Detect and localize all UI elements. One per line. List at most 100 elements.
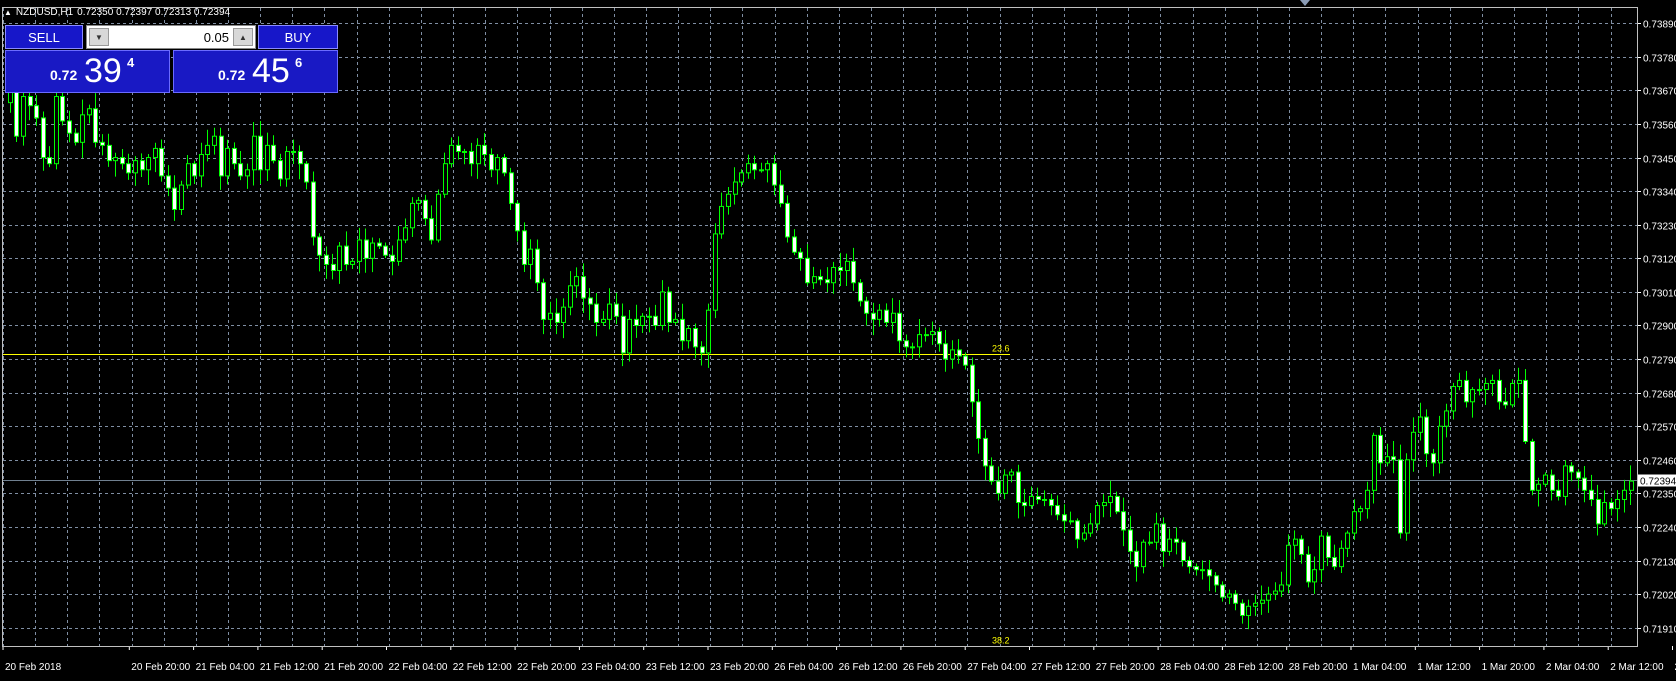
time-tick-label: 20 Feb 2018 <box>5 662 62 673</box>
collapse-triangle-icon[interactable]: ▲ <box>4 8 12 17</box>
current-price-label: 0.72394 <box>1640 477 1676 488</box>
candle-body <box>1240 602 1245 616</box>
candle-body <box>278 160 283 180</box>
candle-body <box>344 245 349 265</box>
candle-body <box>1418 416 1423 433</box>
candle-body <box>1233 593 1238 604</box>
sell-button[interactable]: SELL <box>5 25 83 49</box>
candle-body <box>541 282 546 320</box>
sell-price-button[interactable]: 0.72 39 4 <box>5 50 170 93</box>
candle-body <box>1049 498 1054 507</box>
time-tick-label: 1 Mar 12:00 <box>1417 662 1471 673</box>
candle-body <box>825 279 830 284</box>
candle-body <box>877 309 882 320</box>
time-tick-label: 26 Feb 20:00 <box>903 662 962 673</box>
candle-body <box>1339 547 1344 568</box>
time-tick-label: 27 Feb 04:00 <box>967 662 1026 673</box>
candle-body <box>581 276 586 299</box>
candle-body <box>845 260 850 272</box>
time-tick-label: 21 Feb 04:00 <box>196 662 255 673</box>
shift-marker-icon[interactable] <box>1300 0 1310 6</box>
candle-body <box>574 276 579 287</box>
candle-body <box>561 306 566 323</box>
candle-body <box>126 163 131 174</box>
buy-button[interactable]: BUY <box>258 25 338 49</box>
buy-price-prefix: 0.72 <box>218 67 246 83</box>
candle-body <box>113 157 118 162</box>
candle-body <box>1464 379 1469 403</box>
candle-body <box>693 328 698 348</box>
price-tick-label: 0.72020 <box>1643 591 1676 602</box>
candle-body <box>1108 495 1113 504</box>
price-tick-label: 0.73340 <box>1643 188 1676 199</box>
candle-body <box>719 205 724 235</box>
candle-body <box>1121 511 1126 531</box>
candle-body <box>34 105 39 119</box>
candle-body <box>871 312 876 320</box>
candle-body <box>54 96 59 165</box>
candle-body <box>443 163 448 195</box>
candle-body <box>1088 523 1093 534</box>
candle-body <box>1497 379 1502 403</box>
candle-body <box>153 147 158 159</box>
candle-body <box>403 227 408 241</box>
candle-body <box>1115 495 1120 513</box>
candle-body <box>1227 593 1232 598</box>
candle-body <box>60 96 65 122</box>
candle-body <box>1286 544 1291 586</box>
sell-price-pips: 39 <box>84 52 122 90</box>
candle-body <box>1431 453 1436 464</box>
candle-body <box>1214 575 1219 586</box>
candle-body <box>1187 560 1192 568</box>
candle-body <box>1174 538 1179 543</box>
candle-body <box>311 181 316 238</box>
candle-body <box>680 318 685 342</box>
candle-body <box>1622 489 1627 500</box>
candle-body <box>383 245 388 256</box>
candle-body <box>733 181 738 195</box>
time-tick-label: 23 Feb 04:00 <box>581 662 640 673</box>
price-tick-label: 0.73010 <box>1643 289 1676 300</box>
candle-body <box>673 318 678 323</box>
time-tick-label: 2 Mar 12:00 <box>1610 662 1664 673</box>
candle-body <box>765 163 770 171</box>
candle-body <box>943 343 948 360</box>
price-tick-label: 0.73450 <box>1643 155 1676 166</box>
candle-body <box>285 150 290 180</box>
candle-body <box>1167 538 1172 552</box>
candle-body <box>831 266 836 284</box>
lot-size-input[interactable] <box>111 28 231 46</box>
candle-body <box>614 303 619 317</box>
candle-body <box>1536 483 1541 491</box>
price-tick-label: 0.73670 <box>1643 87 1676 98</box>
candle-body <box>818 276 823 281</box>
time-tick-label: 21 Feb 20:00 <box>324 662 383 673</box>
time-tick-label: 22 Feb 20:00 <box>517 662 576 673</box>
candle-body <box>291 150 296 153</box>
candle-body <box>1134 550 1139 568</box>
lot-decrease-button[interactable]: ▼ <box>89 28 109 46</box>
price-tick-label: 0.72130 <box>1643 558 1676 569</box>
time-tick-label: 1 Mar 04:00 <box>1353 662 1407 673</box>
candle-body <box>1543 474 1548 485</box>
candle-body <box>225 147 230 177</box>
candle-body <box>1306 553 1311 583</box>
time-tick-label: 28 Feb 04:00 <box>1160 662 1219 673</box>
candle-body <box>331 263 336 272</box>
candle-body <box>647 315 652 318</box>
buy-price-button[interactable]: 0.72 45 6 <box>173 50 338 93</box>
candle-body <box>621 315 626 354</box>
lot-increase-button[interactable]: ▲ <box>233 28 253 46</box>
price-chart[interactable]: 23.6 38.2 0.73890 0.73780 0.73670 0.73560 0.7… <box>0 0 1676 681</box>
candle-body <box>983 437 988 467</box>
candle-body <box>469 150 474 165</box>
candle-body <box>1246 605 1251 616</box>
candle-body <box>739 172 744 183</box>
candle-body <box>851 260 856 284</box>
candle-body <box>1312 569 1317 583</box>
candle-body <box>812 276 817 284</box>
candle-body <box>1299 538 1304 555</box>
candle-body <box>107 144 112 162</box>
candle-body <box>1260 599 1265 604</box>
candle-body <box>482 144 487 156</box>
